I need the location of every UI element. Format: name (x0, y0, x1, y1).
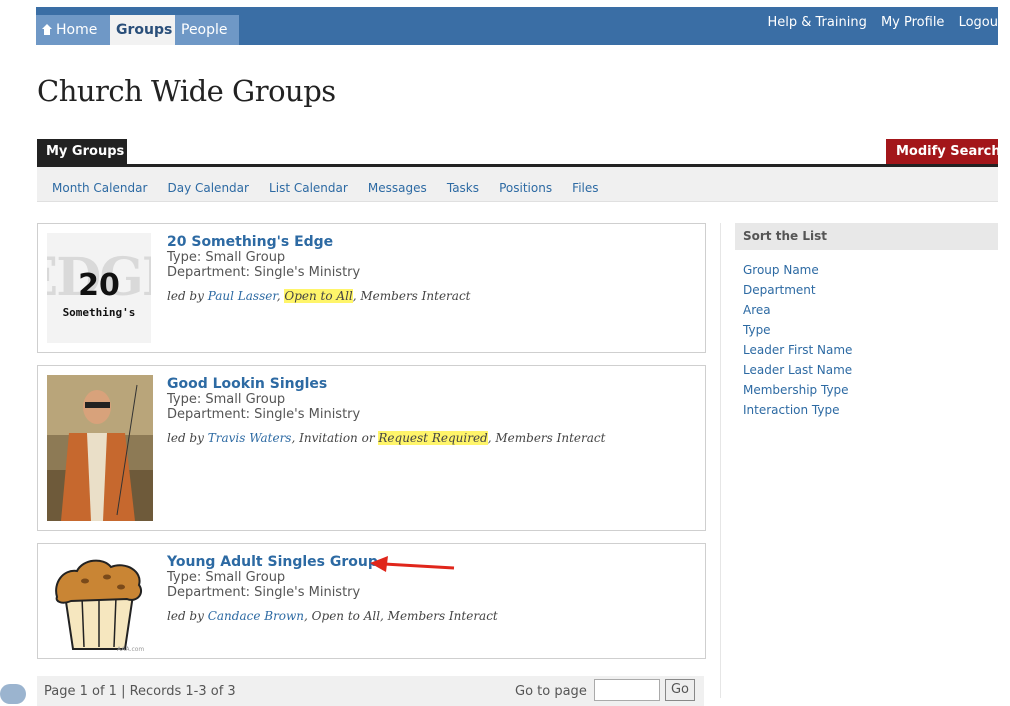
subnav-files[interactable]: Files (572, 181, 598, 195)
sort-membership-type[interactable]: Membership Type (743, 383, 849, 397)
group-card: EDGE 20 Something's 20 Something's Edge … (37, 223, 706, 353)
top-links: Help & Training My Profile Logou (757, 15, 998, 30)
group-info: 20 Something's Edge Type: Small Group De… (167, 234, 470, 303)
thumb-word-text: Something's (63, 306, 136, 319)
pager-info: Page 1 of 1 | Records 1-3 of 3 (44, 684, 236, 699)
led-by-text: led by (167, 289, 208, 303)
sort-area[interactable]: Area (743, 303, 771, 317)
group-type: Type: Small Group (167, 392, 286, 407)
help-training-link[interactable]: Help & Training (767, 15, 866, 30)
group-thumbnail-edge[interactable]: EDGE 20 Something's (47, 233, 151, 343)
sidebar-title: Sort the List (735, 223, 998, 250)
interact-text: , Members Interact (352, 289, 471, 303)
leader-link[interactable]: Candace Brown (208, 609, 304, 623)
tab-my-groups[interactable]: My Groups (37, 139, 127, 165)
modify-search-button[interactable]: Modify Search (886, 139, 998, 165)
separator-text: , Open to All, Members Interact (304, 609, 498, 623)
access-highlight: Request Required (378, 431, 488, 445)
subnav-month-calendar[interactable]: Month Calendar (52, 181, 147, 195)
subnav-messages[interactable]: Messages (368, 181, 427, 195)
group-department: Department: Single's Ministry (167, 407, 361, 422)
sidebar-divider (720, 223, 721, 698)
sort-leader-last-name[interactable]: Leader Last Name (743, 363, 852, 377)
interact-text: , Members Interact (487, 431, 606, 445)
pager: Page 1 of 1 | Records 1-3 of 3 Go to pag… (37, 676, 704, 706)
red-arrow-annotation (370, 556, 455, 572)
tab-people[interactable]: People (175, 15, 239, 45)
group-thumbnail-muffin[interactable]: AAA.com (47, 553, 151, 653)
leader-link[interactable]: Travis Waters (208, 431, 292, 445)
my-profile-link[interactable]: My Profile (881, 15, 944, 30)
group-leader-line: led by Candace Brown, Open to All, Membe… (167, 609, 498, 623)
goto-page-label: Go to page (515, 684, 587, 699)
thumb-num-text: 20 (78, 268, 120, 303)
leader-link[interactable]: Paul Lasser (208, 289, 277, 303)
led-by-text: led by (167, 609, 208, 623)
sort-type[interactable]: Type (743, 323, 771, 337)
subnav-tasks[interactable]: Tasks (447, 181, 479, 195)
group-thumbnail-photo[interactable] (47, 375, 153, 521)
scroll-stub (0, 684, 26, 704)
sub-nav: Month Calendar Day Calendar List Calenda… (37, 167, 998, 202)
sort-list: Group Name Department Area Type Leader F… (743, 260, 852, 420)
group-department: Department: Single's Ministry (167, 585, 361, 600)
group-type: Type: Small Group (167, 250, 286, 265)
sort-leader-first-name[interactable]: Leader First Name (743, 343, 852, 357)
tab-groups[interactable]: Groups (110, 15, 176, 45)
group-leader-line: led by Travis Waters, Invitation or Requ… (167, 431, 605, 445)
group-info: Good Lookin Singles Type: Small Group De… (167, 376, 605, 445)
sort-group-name[interactable]: Group Name (743, 263, 819, 277)
logout-link[interactable]: Logou (959, 15, 998, 30)
group-card: Good Lookin Singles Type: Small Group De… (37, 365, 706, 531)
page-title: Church Wide Groups (37, 74, 336, 108)
subnav-day-calendar[interactable]: Day Calendar (167, 181, 248, 195)
separator-text: , Invitation or (291, 431, 379, 445)
group-leader-line: led by Paul Lasser, Open to All, Members… (167, 289, 470, 303)
group-department: Department: Single's Ministry (167, 265, 361, 280)
sort-interaction-type[interactable]: Interaction Type (743, 403, 839, 417)
group-name-link[interactable]: Good Lookin Singles (167, 376, 605, 392)
thumb-caption-text: AAA.com (117, 646, 144, 653)
group-name-link[interactable]: 20 Something's Edge (167, 234, 470, 250)
tab-home-label: Home (56, 22, 98, 38)
tab-home[interactable]: Home (36, 15, 110, 45)
subnav-list-calendar[interactable]: List Calendar (269, 181, 348, 195)
top-nav-bar: Home Groups People Help & Training My Pr… (36, 7, 998, 45)
sort-department[interactable]: Department (743, 283, 816, 297)
access-highlight: Open to All (284, 289, 353, 303)
led-by-text: led by (167, 431, 208, 445)
subnav-positions[interactable]: Positions (499, 181, 552, 195)
home-icon (42, 24, 52, 35)
